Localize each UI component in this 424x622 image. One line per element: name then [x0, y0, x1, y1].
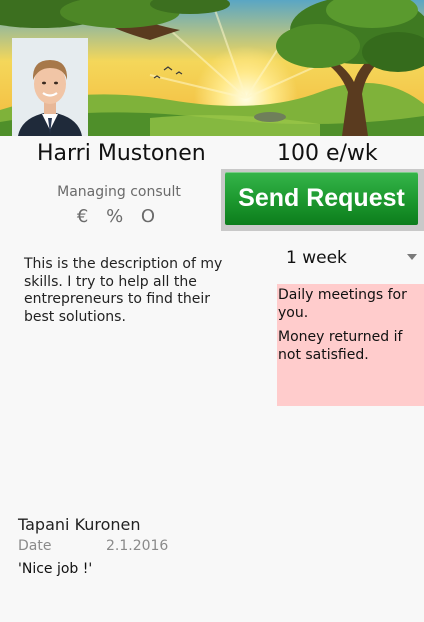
review-item: Tapani Kuronen Date 2.1.2016 'Nice job !… — [18, 515, 318, 577]
review-date-row: Date 2.1.2016 — [18, 538, 318, 558]
duration-dropdown[interactable]: 1 week — [277, 243, 424, 273]
review-date-value: 2.1.2016 — [106, 538, 169, 554]
weekly-price: 100 e/wk — [277, 141, 378, 166]
avatar[interactable] — [12, 38, 88, 136]
review-comment: 'Nice job !' — [18, 561, 93, 577]
send-request-container: Send Request — [221, 169, 424, 231]
review-date-label: Date — [18, 538, 52, 554]
skills-description: This is the description of my skills. I … — [24, 256, 223, 325]
term-item: Money returned if not satisfied. — [278, 329, 403, 363]
terms-panel: Daily meetings for you. Money returned i… — [277, 284, 424, 406]
send-request-button[interactable]: Send Request — [225, 172, 418, 225]
service-symbols: € % O — [76, 206, 162, 227]
consultant-name: Harri Mustonen — [37, 141, 206, 166]
reviewer-name: Tapani Kuronen — [18, 515, 141, 534]
duration-selected-value: 1 week — [286, 248, 347, 268]
consultant-role: Managing consult — [57, 184, 181, 200]
chevron-down-icon — [407, 254, 417, 260]
term-item: Daily meetings for you. — [278, 287, 407, 321]
